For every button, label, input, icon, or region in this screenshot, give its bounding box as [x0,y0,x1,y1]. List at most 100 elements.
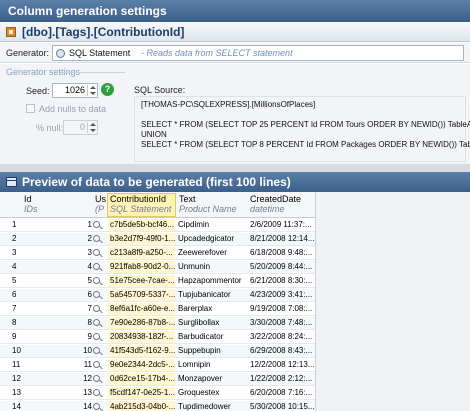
help-icon[interactable]: ? [101,83,114,96]
row-number: 12 [12,374,21,383]
lookup-icon[interactable] [93,389,100,396]
cell-createddate: 3/22/2008 8:24:... [250,332,313,341]
cell-text: Lomnipin [178,360,211,369]
cell-id: 14 [83,402,92,411]
cell-id: 9 [87,332,92,341]
cell-contributionid: 921ffab8-90d2-0... [108,261,175,273]
cell-us [93,331,107,343]
panel-splitter[interactable] [0,164,470,172]
lookup-icon[interactable] [93,291,100,298]
lookup-icon[interactable] [93,347,100,354]
lookup-icon[interactable] [93,319,100,326]
cell-createddate: 2/6/2009 11:37:... [250,220,312,229]
cell-us [93,275,107,287]
row-number: 7 [12,304,17,313]
cell-id: 2 [87,234,92,243]
row-number: 8 [12,318,17,327]
table-row[interactable]: 6 6 5a545709-5337-... Tupjubanicator 4/23/20… [0,289,315,302]
table-row[interactable]: 9 9 20834938-182f-... Barbudicator 3/22/2008… [0,331,315,344]
preview-grid: Id IDs Us (P ContributionId SQL Statemen… [0,192,470,411]
cell-us [93,247,107,259]
lookup-icon[interactable] [93,361,100,368]
cell-createddate: 5/20/2009 8:44:... [250,262,313,271]
seed-spinner[interactable] [87,85,96,96]
cell-text: Monzapover [178,374,223,383]
sql-line: [THOMAS-PC\SQLEXPRESS].[MillionsOfPlaces… [141,100,316,109]
window-title: Column generation settings [0,0,470,22]
table-row[interactable]: 3 3 c213a8f9-a250-... Zeewerefover 6/18/2008… [0,247,315,260]
null-percent-spinner[interactable] [87,122,96,133]
table-row[interactable]: 14 14 4ab215d3-04b0-... Tupdimedower 5/30/20… [0,401,315,411]
row-number: 13 [12,388,21,397]
seed-input[interactable]: 1026 [52,83,98,98]
column-header-contributionid[interactable]: ContributionId SQL Statement [107,193,176,217]
lookup-icon[interactable] [93,263,100,270]
generator-name: SQL Statement [69,48,131,58]
table-row[interactable]: 2 2 b3e2d7f9-49f0-1... Upcadedgicator 8/21/2… [0,233,315,246]
cell-us [93,373,107,385]
cell-contributionid: c7b5de5b-bcf46... [108,219,175,231]
table-row[interactable]: 13 13 f5cdf147-0e25-1... Groquestex 6/20/200… [0,387,315,400]
table-row[interactable]: 7 7 8ef6a1fc-a60e-e... Barerplax 9/19/2008 7… [0,303,315,316]
generator-select[interactable]: SQL Statement - Reads data from SELECT s… [52,45,464,61]
column-type: IDs [24,204,38,214]
cell-createddate: 12/2/2008 12:13... [250,360,314,369]
cell-id: 11 [83,360,92,369]
grid-empty-area [315,192,470,411]
cell-id: 3 [87,248,92,257]
cell-contributionid: 20834938-182f-... [108,331,175,343]
cell-id: 12 [83,374,92,383]
table-row[interactable]: 10 10 41f543d5-f162-9... Suppebupin 6/29/200… [0,345,315,358]
table-row[interactable]: 4 4 921ffab8-90d2-0... Unmunin 5/20/2009 8:4… [0,261,315,274]
column-name: Us [95,194,106,204]
column-header-id[interactable]: Id IDs [24,194,38,214]
table-row[interactable]: 1 1 c7b5de5b-bcf46... Cipdimin 2/6/2009 11:3… [0,219,315,232]
cell-text: Unmunin [178,262,211,271]
cell-text: Barbudicator [178,332,224,341]
cell-us [93,303,107,315]
column-name: Id [24,194,32,204]
cell-contributionid: c213a8f9-a250-... [108,247,175,259]
row-number: 6 [12,290,17,299]
sql-source-label: SQL Source: [134,85,186,95]
add-nulls-checkbox[interactable] [26,104,35,113]
null-percent-input[interactable]: 0 [63,120,98,135]
cell-text: Groquestex [178,388,220,397]
row-number: 4 [12,262,17,271]
column-icon [6,27,16,37]
lookup-icon[interactable] [93,333,100,340]
cell-text: Upcadedgicator [178,234,235,243]
seed-label: Seed: [26,86,50,96]
column-header-text[interactable]: Text Product Name [179,194,237,214]
column-header-us[interactable]: Us (P [95,194,106,214]
add-nulls-label: Add nulls to data [39,104,107,114]
column-type: Product Name [179,204,237,214]
column-type: (P [95,204,104,214]
generator-description: - Reads data from SELECT statement [141,48,293,58]
preview-title-bar: Preview of data to be generated (first 1… [0,172,470,192]
row-number: 5 [12,276,17,285]
cell-contributionid: 0d62ce15-17b4-... [108,373,175,385]
table-row[interactable]: 12 12 0d62ce15-17b4-... Monzapover 1/22/2008… [0,373,315,386]
lookup-icon[interactable] [93,375,100,382]
table-row[interactable]: 5 5 51e75cee-7cae-... Hapzapommentor 6/21/20… [0,275,315,288]
row-number: 1 [12,220,17,229]
column-header-createddate[interactable]: CreatedDate datetime [250,194,301,214]
column-name: Text [179,194,196,204]
lookup-icon[interactable] [93,249,100,256]
lookup-icon[interactable] [93,221,100,228]
lookup-icon[interactable] [93,277,100,284]
lookup-icon[interactable] [93,235,100,242]
cell-createddate: 6/29/2008 8:43:... [250,346,313,355]
lookup-icon[interactable] [93,403,100,410]
lookup-icon[interactable] [93,305,100,312]
table-row[interactable]: 11 11 9e0e2344-2dc5-... Lomnipin 12/2/2008 1… [0,359,315,372]
sql-line: SELECT * FROM (SELECT TOP 25 PERCENT Id … [141,120,470,129]
sql-source-editor[interactable]: [THOMAS-PC\SQLEXPRESS].[MillionsOfPlaces… [134,96,470,162]
row-number: 14 [12,402,21,411]
cell-id: 13 [83,388,92,397]
sql-line: SELECT * FROM (SELECT TOP 8 PERCENT Id F… [141,140,470,149]
cell-contributionid: 7e90e286-87b8-... [108,317,175,329]
table-row[interactable]: 8 8 7e90e286-87b8-... Surglibollax 3/30/2008… [0,317,315,330]
column-name: ContributionId [110,194,167,204]
